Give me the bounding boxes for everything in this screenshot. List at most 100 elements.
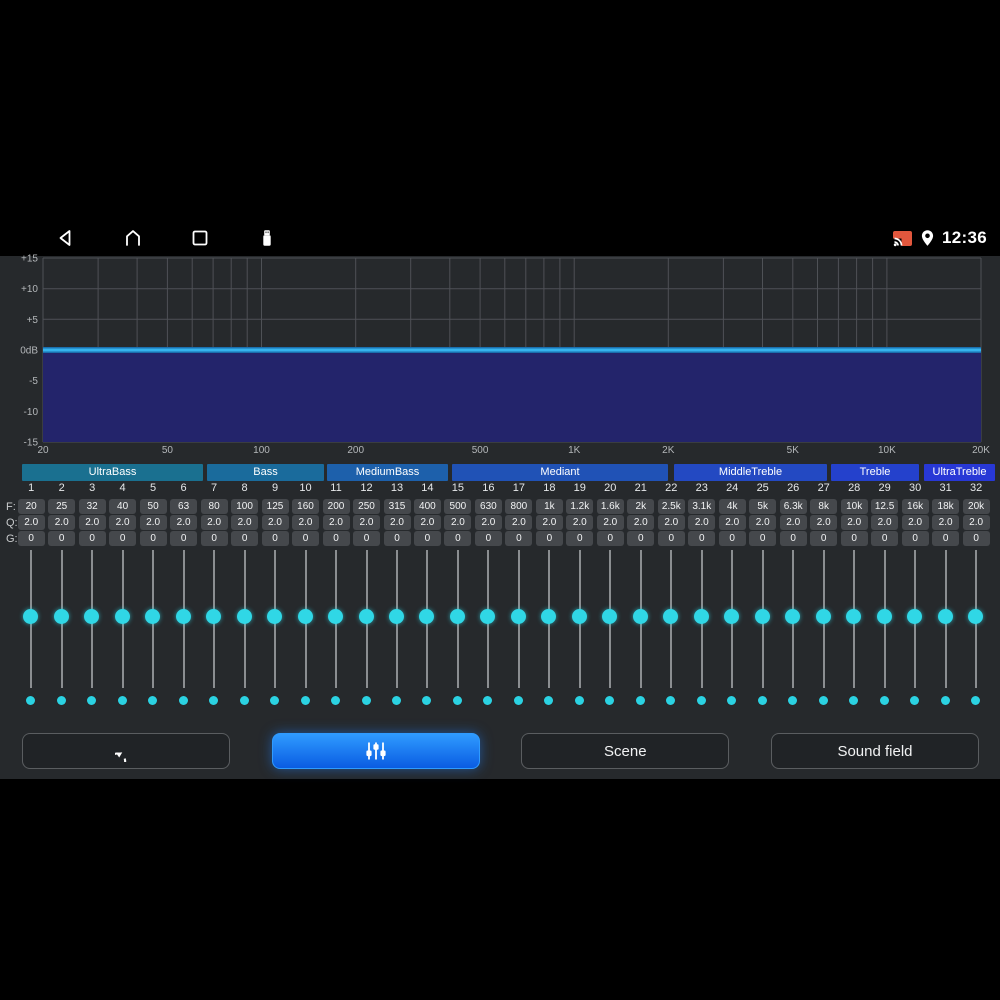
- gain-slider-knob[interactable]: [937, 609, 953, 624]
- band-q-value[interactable]: 2.0: [901, 515, 929, 530]
- band-q-value[interactable]: 2.0: [596, 515, 624, 530]
- band-header-ultrabass[interactable]: UltraBass: [22, 464, 203, 481]
- band-frequency-value[interactable]: 20: [17, 499, 45, 514]
- band-frequency-value[interactable]: 100: [231, 499, 259, 514]
- band-frequency-value[interactable]: 80: [200, 499, 228, 514]
- band-indicator-dot[interactable]: [239, 696, 249, 705]
- band-frequency-value[interactable]: 20k: [962, 499, 990, 514]
- band-q-value[interactable]: 2.0: [261, 515, 289, 530]
- band-indicator-dot[interactable]: [361, 696, 371, 705]
- band-gain-value[interactable]: 0: [78, 531, 106, 546]
- band-q-value[interactable]: 2.0: [231, 515, 259, 530]
- band-indicator-dot[interactable]: [26, 696, 36, 705]
- band-indicator-dot[interactable]: [148, 696, 158, 705]
- band-gain-value[interactable]: 0: [627, 531, 655, 546]
- band-frequency-value[interactable]: 125: [261, 499, 289, 514]
- band-gain-value[interactable]: 0: [261, 531, 289, 546]
- band-q-value[interactable]: 2.0: [871, 515, 899, 530]
- band-q-value[interactable]: 2.0: [566, 515, 594, 530]
- reset-button[interactable]: [22, 733, 230, 769]
- band-header-bass[interactable]: Bass: [207, 464, 324, 481]
- band-frequency-value[interactable]: 6.3k: [779, 499, 807, 514]
- band-q-value[interactable]: 2.0: [78, 515, 106, 530]
- gain-slider-knob[interactable]: [907, 609, 923, 624]
- band-gain-value[interactable]: 0: [962, 531, 990, 546]
- band-q-value[interactable]: 2.0: [170, 515, 198, 530]
- band-indicator-dot[interactable]: [178, 696, 188, 705]
- gain-slider-knob[interactable]: [358, 609, 374, 624]
- band-frequency-value[interactable]: 10k: [840, 499, 868, 514]
- band-indicator-dot[interactable]: [574, 696, 584, 705]
- gain-slider-knob[interactable]: [815, 609, 831, 624]
- band-gain-value[interactable]: 0: [170, 531, 198, 546]
- band-q-value[interactable]: 2.0: [413, 515, 441, 530]
- band-gain-value[interactable]: 0: [871, 531, 899, 546]
- band-frequency-value[interactable]: 250: [353, 499, 380, 514]
- band-frequency-value[interactable]: 4k: [718, 499, 746, 514]
- band-header-mediant[interactable]: Mediant: [452, 464, 668, 481]
- band-frequency-value[interactable]: 800: [505, 499, 533, 514]
- band-indicator-dot[interactable]: [696, 696, 706, 705]
- band-gain-value[interactable]: 0: [17, 531, 45, 546]
- band-gain-value[interactable]: 0: [535, 531, 563, 546]
- gain-slider-knob[interactable]: [724, 609, 740, 624]
- band-gain-value[interactable]: 0: [901, 531, 929, 546]
- band-gain-value[interactable]: 0: [383, 531, 411, 546]
- band-q-value[interactable]: 2.0: [718, 515, 746, 530]
- band-q-value[interactable]: 2.0: [200, 515, 228, 530]
- gain-slider-knob[interactable]: [53, 609, 69, 624]
- band-gain-value[interactable]: 0: [505, 531, 533, 546]
- band-header-ultratreble[interactable]: UltraTreble: [924, 464, 995, 481]
- scene-button[interactable]: Scene: [521, 733, 730, 769]
- band-frequency-value[interactable]: 315: [383, 499, 411, 514]
- band-q-value[interactable]: 2.0: [292, 515, 319, 530]
- band-gain-value[interactable]: 0: [688, 531, 716, 546]
- band-gain-value[interactable]: 0: [840, 531, 868, 546]
- band-q-value[interactable]: 2.0: [353, 515, 380, 530]
- band-frequency-value[interactable]: 63: [170, 499, 198, 514]
- gain-slider-knob[interactable]: [175, 609, 191, 624]
- band-gain-value[interactable]: 0: [413, 531, 441, 546]
- band-frequency-value[interactable]: 2k: [627, 499, 655, 514]
- band-q-value[interactable]: 2.0: [17, 515, 45, 530]
- band-indicator-dot[interactable]: [910, 696, 920, 705]
- band-indicator-dot[interactable]: [87, 696, 97, 705]
- band-frequency-value[interactable]: 1.2k: [566, 499, 594, 514]
- band-gain-value[interactable]: 0: [810, 531, 838, 546]
- gain-slider-knob[interactable]: [23, 609, 39, 624]
- equalizer-button[interactable]: [271, 733, 480, 769]
- band-indicator-dot[interactable]: [879, 696, 889, 705]
- gain-slider-knob[interactable]: [571, 609, 587, 624]
- band-gain-value[interactable]: 0: [139, 531, 167, 546]
- band-q-value[interactable]: 2.0: [962, 515, 990, 530]
- band-indicator-dot[interactable]: [788, 696, 798, 705]
- gain-slider-knob[interactable]: [449, 609, 465, 624]
- band-indicator-dot[interactable]: [513, 696, 523, 705]
- band-frequency-value[interactable]: 25: [48, 499, 76, 514]
- band-q-value[interactable]: 2.0: [474, 515, 502, 530]
- band-q-value[interactable]: 2.0: [657, 515, 685, 530]
- band-frequency-value[interactable]: 160: [292, 499, 319, 514]
- gain-slider-knob[interactable]: [632, 609, 648, 624]
- gain-slider-knob[interactable]: [145, 609, 161, 624]
- band-q-value[interactable]: 2.0: [322, 515, 350, 530]
- band-q-value[interactable]: 2.0: [932, 515, 960, 530]
- band-indicator-dot[interactable]: [56, 696, 66, 705]
- band-indicator-dot[interactable]: [117, 696, 127, 705]
- band-frequency-value[interactable]: 40: [109, 499, 137, 514]
- gain-slider-knob[interactable]: [754, 609, 770, 624]
- gain-slider-knob[interactable]: [297, 609, 313, 624]
- band-frequency-value[interactable]: 50: [139, 499, 167, 514]
- band-indicator-dot[interactable]: [544, 696, 554, 705]
- back-icon[interactable]: [56, 228, 76, 248]
- band-indicator-dot[interactable]: [331, 696, 340, 705]
- band-gain-value[interactable]: 0: [200, 531, 228, 546]
- band-frequency-value[interactable]: 32: [78, 499, 106, 514]
- gain-slider-knob[interactable]: [510, 609, 526, 624]
- gain-slider-knob[interactable]: [84, 609, 100, 624]
- gain-slider-knob[interactable]: [236, 609, 252, 624]
- band-indicator-dot[interactable]: [666, 696, 676, 705]
- band-header-middletreble[interactable]: MiddleTreble: [674, 464, 827, 481]
- band-gain-value[interactable]: 0: [779, 531, 807, 546]
- band-q-value[interactable]: 2.0: [688, 515, 716, 530]
